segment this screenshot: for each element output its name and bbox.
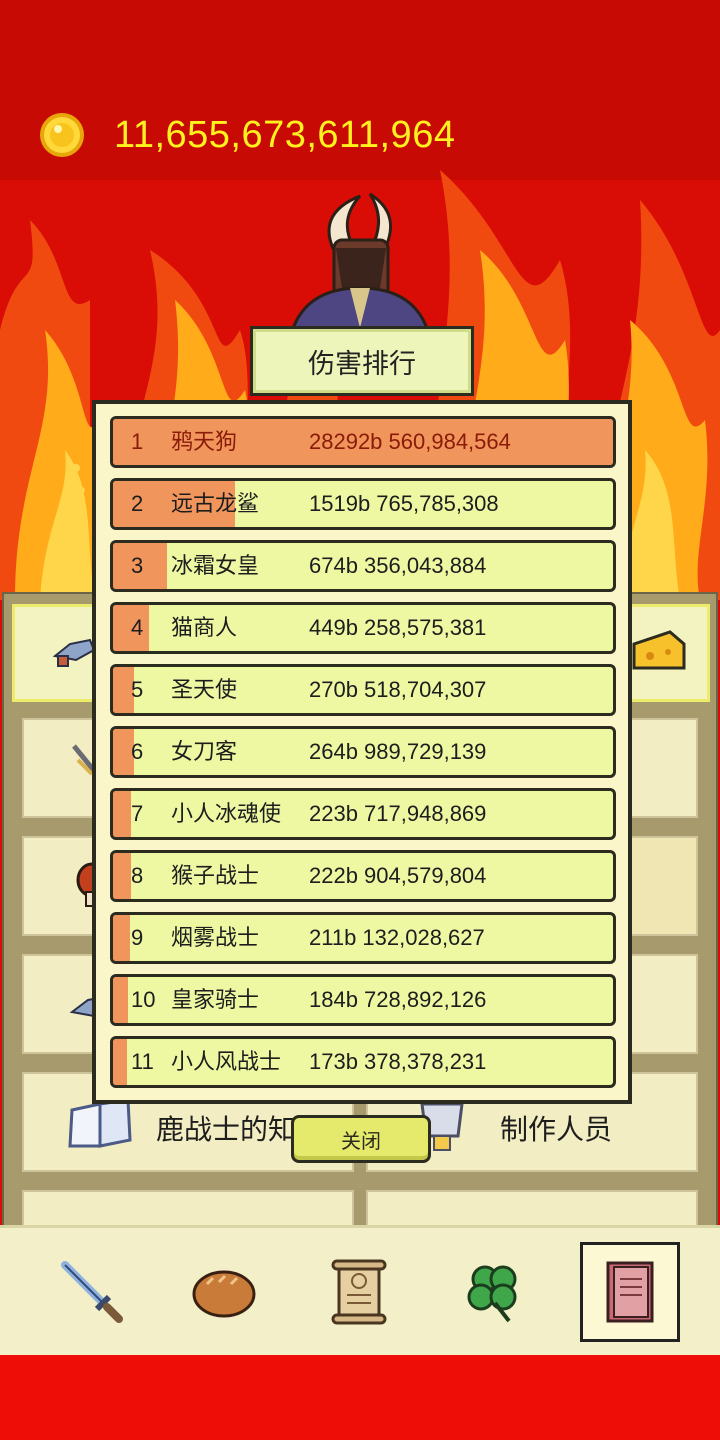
damage-value: 222b 904,579,804	[309, 863, 487, 888]
rank-number: 3	[131, 553, 144, 578]
damage-value: 674b 356,043,884	[309, 553, 487, 578]
nav-sword[interactable]	[42, 1242, 142, 1342]
cheese-icon	[632, 630, 686, 670]
ranking-title: 伤害排行	[308, 348, 416, 379]
ranking-row[interactable]: 7 小人冰魂使 223b 717,948,869	[110, 788, 616, 840]
hero-name: 皇家骑士	[171, 987, 260, 1012]
ranking-row[interactable]: 1 鸦天狗 28292b 560,984,564	[110, 416, 616, 468]
ranking-row[interactable]: 11 小人风战士 173b 378,378,231	[110, 1036, 616, 1088]
damage-share-bar	[113, 915, 130, 961]
damage-share-bar	[113, 1039, 127, 1085]
rank-number: 11	[131, 1049, 154, 1074]
hero-name: 小人风战士	[171, 1049, 282, 1074]
scroll-icon	[331, 1259, 387, 1325]
gold-coin-icon	[40, 113, 84, 157]
damage-value: 449b 258,575,381	[309, 615, 487, 640]
nav-bread[interactable]	[174, 1242, 274, 1342]
rank-number: 5	[131, 677, 144, 702]
clover-icon	[467, 1265, 517, 1323]
book-icon	[606, 1261, 654, 1323]
damage-value: 270b 518,704,307	[309, 677, 487, 702]
hero-name: 远古龙鲨	[171, 491, 260, 516]
nav-clover[interactable]	[444, 1242, 544, 1342]
damage-value: 223b 717,948,869	[309, 801, 487, 826]
rank-number: 6	[131, 739, 144, 764]
hero-name: 小人冰魂使	[171, 801, 282, 826]
damage-value: 264b 989,729,139	[309, 739, 487, 764]
rank-number: 7	[131, 801, 144, 826]
damage-value: 184b 728,892,126	[309, 987, 487, 1012]
gold-counter: 11,655,673,611,964	[38, 110, 455, 160]
damage-share-bar	[113, 977, 128, 1023]
rank-number: 1	[131, 429, 144, 454]
ranking-row[interactable]: 2 远古龙鲨 1519b 765,785,308	[110, 478, 616, 530]
gold-amount: 11,655,673,611,964	[114, 113, 456, 156]
rank-number: 4	[131, 615, 144, 640]
close-button[interactable]: 关闭	[291, 1115, 431, 1163]
ranking-row[interactable]: 4 猫商人 449b 258,575,381	[110, 602, 616, 654]
damage-value: 211b 132,028,627	[309, 925, 485, 950]
hero-name: 鸦天狗	[171, 429, 238, 454]
ranking-row[interactable]: 8 猴子战士 222b 904,579,804	[110, 850, 616, 902]
rank-number: 2	[131, 491, 144, 516]
hero-name: 圣天使	[171, 677, 238, 702]
close-label: 关闭	[341, 1130, 381, 1153]
nav-scroll[interactable]	[308, 1242, 408, 1342]
boss-character	[288, 192, 432, 338]
credits-label: 制作人员	[500, 1114, 613, 1145]
damage-value: 1519b 765,785,308	[309, 491, 499, 516]
ranking-row[interactable]: 5 圣天使 270b 518,704,307	[110, 664, 616, 716]
rank-number: 10	[131, 987, 156, 1012]
open-book-icon	[68, 1098, 132, 1148]
hero-name: 烟雾战士	[171, 925, 260, 950]
hero-name: 猴子战士	[171, 863, 260, 888]
damage-share-bar	[113, 791, 131, 837]
hero-name: 猫商人	[171, 615, 238, 640]
hero-name: 冰霜女皇	[171, 553, 260, 578]
damage-value: 173b 378,378,231	[309, 1049, 487, 1074]
sword-icon	[61, 1261, 123, 1323]
ranking-row[interactable]: 3 冰霜女皇 674b 356,043,884	[110, 540, 616, 592]
ranking-title-box: 伤害排行	[250, 326, 474, 396]
damage-value: 28292b 560,984,564	[309, 429, 511, 454]
rank-number: 8	[131, 863, 144, 888]
ranking-row[interactable]: 6 女刀客 264b 989,729,139	[110, 726, 616, 778]
ranking-row[interactable]: 10 皇家骑士 184b 728,892,126	[110, 974, 616, 1026]
ranking-row[interactable]: 9 烟雾战士 211b 132,028,627	[110, 912, 616, 964]
bread-icon	[192, 1270, 256, 1318]
hero-name: 女刀客	[171, 739, 238, 764]
damage-share-bar	[113, 853, 131, 899]
nav-book[interactable]	[580, 1242, 680, 1342]
rank-number: 9	[131, 925, 144, 950]
